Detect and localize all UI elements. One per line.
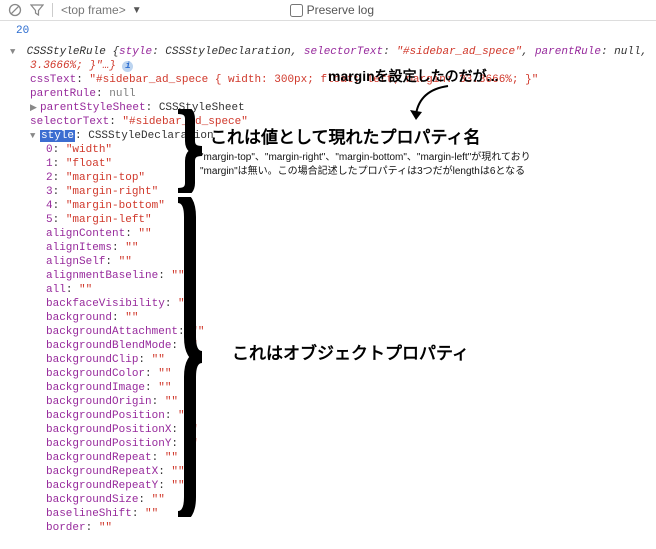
- prop-parentStyleSheet[interactable]: ▶parentStyleSheet: CSSStyleSheet: [10, 101, 652, 115]
- style-prop[interactable]: backgroundPosition: "": [10, 409, 652, 423]
- arrow-decoration: [410, 84, 456, 122]
- expand-arrow-icon[interactable]: ▼: [10, 45, 20, 59]
- brace-decoration: [176, 197, 204, 517]
- expand-arrow-icon[interactable]: ▼: [30, 129, 40, 143]
- style-prop[interactable]: background: "": [10, 311, 652, 325]
- annotation-margin-set: marginを設定したのだが...: [328, 66, 498, 86]
- filter-icon[interactable]: [30, 3, 44, 17]
- console-toolbar: <top frame> ▼ Preserve log: [0, 0, 656, 21]
- frame-label: <top frame>: [61, 3, 126, 17]
- prop-parentRule[interactable]: parentRule: null: [10, 87, 652, 101]
- clear-console-icon[interactable]: [8, 3, 22, 17]
- object-tree: ▼ CSSStyleRule {style: CSSStyleDeclarati…: [0, 41, 656, 545]
- style-prop[interactable]: border: "": [10, 521, 652, 535]
- info-icon[interactable]: i: [122, 61, 133, 72]
- style-prop[interactable]: backgroundRepeat: "": [10, 451, 652, 465]
- style-prop[interactable]: alignSelf: "": [10, 255, 652, 269]
- style-prop[interactable]: backgroundImage: "": [10, 381, 652, 395]
- indexed-prop[interactable]: 3: "margin-right": [10, 185, 652, 199]
- style-prop[interactable]: backgroundAttachment: "": [10, 325, 652, 339]
- console-output-count: 20: [0, 21, 656, 41]
- indexed-prop[interactable]: 5: "margin-left": [10, 213, 652, 227]
- style-prop[interactable]: backgroundPositionX: "": [10, 423, 652, 437]
- object-summary[interactable]: ▼ CSSStyleRule {style: CSSStyleDeclarati…: [10, 45, 652, 59]
- chevron-down-icon: ▼: [132, 5, 142, 16]
- style-prop[interactable]: backfaceVisibility: "": [10, 297, 652, 311]
- style-prop[interactable]: backgroundOrigin: "": [10, 395, 652, 409]
- style-prop[interactable]: backgroundSize: "": [10, 493, 652, 507]
- style-prop[interactable]: backgroundColor: "": [10, 367, 652, 381]
- style-prop[interactable]: backgroundRepeatY: "": [10, 479, 652, 493]
- style-prop[interactable]: alignContent: "": [10, 227, 652, 241]
- style-prop[interactable]: all: "": [10, 283, 652, 297]
- indexed-prop[interactable]: 4: "margin-bottom": [10, 199, 652, 213]
- style-prop[interactable]: alignItems: "": [10, 241, 652, 255]
- style-prop[interactable]: alignmentBaseline: "": [10, 269, 652, 283]
- annotation-values-note1: "margin-top"、"margin-right"、"margin-bott…: [200, 151, 531, 165]
- preserve-log-toggle[interactable]: Preserve log: [290, 3, 374, 17]
- annotation-object-props: これはオブジェクトプロパティ: [232, 339, 469, 364]
- style-prop[interactable]: baselineShift: "": [10, 507, 652, 521]
- annotation-values: これは値として現れたプロパティ名: [210, 123, 480, 148]
- expand-arrow-icon[interactable]: ▶: [30, 101, 40, 115]
- style-prop[interactable]: backgroundPositionY: "": [10, 437, 652, 451]
- selected-key: style: [40, 130, 75, 142]
- frame-selector[interactable]: <top frame> ▼: [52, 3, 142, 17]
- annotation-values-note2: "margin"は無い。この場合記述したプロパティは3つだがlengthは6とな…: [200, 165, 525, 179]
- preserve-log-label: Preserve log: [307, 3, 374, 17]
- preserve-log-checkbox[interactable]: [290, 4, 303, 17]
- style-prop[interactable]: backgroundRepeatX: "": [10, 465, 652, 479]
